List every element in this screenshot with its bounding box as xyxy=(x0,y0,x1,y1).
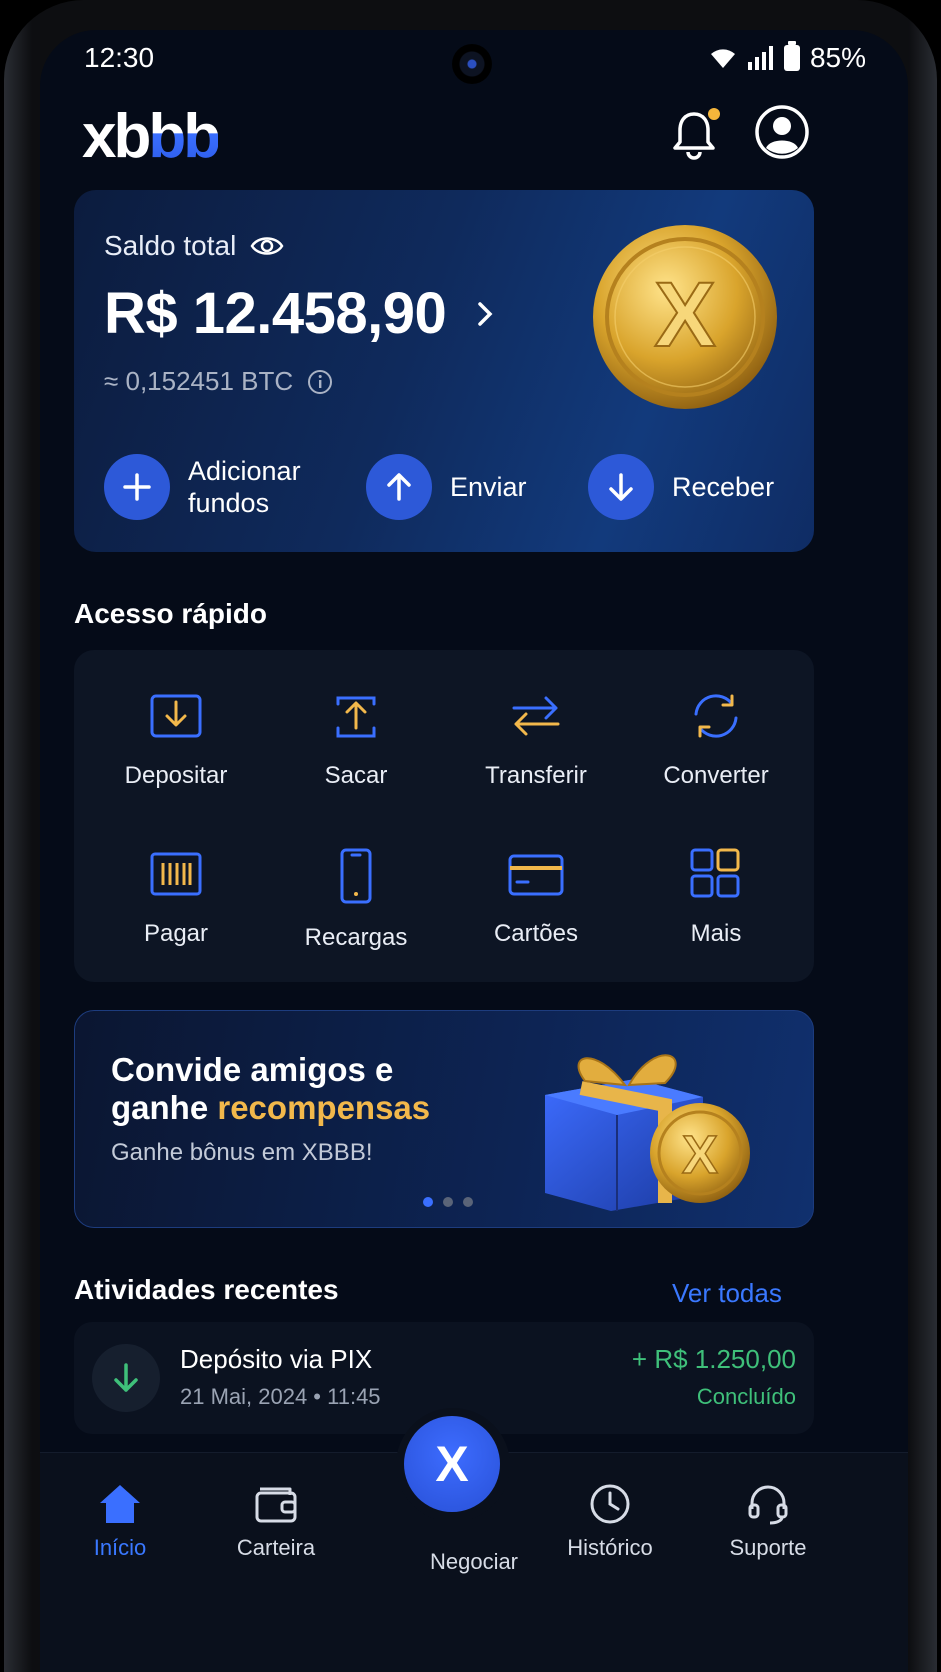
activity-title: Depósito via PIX xyxy=(180,1344,373,1374)
quick-withdraw[interactable]: Sacar xyxy=(266,690,446,790)
nav-wallet-label: Carteira xyxy=(236,1535,316,1560)
profile-avatar-icon[interactable] xyxy=(754,104,810,160)
gold-coin-icon: X xyxy=(593,225,777,409)
quick-access-grid: Depositar Sacar Transferir Converter Pag… xyxy=(74,650,814,982)
clock-icon xyxy=(590,1484,630,1524)
home-icon xyxy=(100,1485,140,1523)
quick-deposit-label: Depositar xyxy=(124,762,228,789)
activity-amount: + R$ 1.250,00 xyxy=(631,1344,796,1374)
receive-label: Receber xyxy=(672,472,775,502)
carousel-dot-1[interactable] xyxy=(423,1197,433,1207)
activity-date: 21 Mai, 2024 • 11:45 xyxy=(180,1384,381,1409)
quick-convert[interactable]: Converter xyxy=(626,690,806,790)
deposit-arrow-down-icon xyxy=(92,1344,160,1412)
promo-title-highlight: recompensas xyxy=(217,1089,431,1126)
notification-dot xyxy=(708,108,720,120)
battery-percent: 85% xyxy=(809,42,866,73)
convert-icon xyxy=(694,694,738,738)
grid-icon xyxy=(690,848,740,898)
headset-icon xyxy=(748,1485,788,1525)
svg-text:X: X xyxy=(682,1125,718,1185)
nav-trade[interactable]: Negociar xyxy=(404,1539,544,1575)
arrow-down-icon xyxy=(588,454,654,520)
app-logo: xbbb xyxy=(82,102,221,172)
promo-title: Convide amigos e ganhe recompensas xyxy=(111,1051,430,1127)
balance-label-row: Saldo total xyxy=(104,230,284,262)
promo-title-line1: Convide amigos e xyxy=(111,1051,394,1088)
quick-pay[interactable]: Pagar xyxy=(86,848,266,948)
logo-part-2: bb xyxy=(148,102,221,171)
quick-cards[interactable]: Cartões xyxy=(446,848,626,948)
balance-chevron-right-icon[interactable] xyxy=(470,296,500,332)
balance-card: Saldo total R$ 12.458,90 ≈ 0,152451 BTC xyxy=(74,190,814,552)
balance-label: Saldo total xyxy=(104,230,237,261)
svg-text:X: X xyxy=(654,264,715,366)
balance-btc: ≈ 0,152451 BTC xyxy=(104,366,294,396)
nav-home[interactable]: Início xyxy=(50,1483,190,1561)
info-icon[interactable] xyxy=(307,369,333,395)
recent-activities-title: Atividades recentes xyxy=(74,1274,339,1305)
front-camera xyxy=(452,44,492,84)
quick-transfer[interactable]: Transferir xyxy=(446,690,626,790)
gift-box-icon: X xyxy=(545,1054,750,1211)
quick-more-label: Mais xyxy=(690,920,742,947)
phone-frame: 12:30 85% xbbb Saldo total R$ 12.458,90 … xyxy=(4,0,937,1672)
send-label: Enviar xyxy=(450,472,527,502)
quick-cards-label: Cartões xyxy=(493,920,579,947)
add-funds-label-line1: Adicionar xyxy=(188,456,301,486)
logo-part-1: xb xyxy=(82,102,151,171)
quick-withdraw-label: Sacar xyxy=(324,762,388,789)
trade-fab-button[interactable]: X xyxy=(404,1416,500,1512)
add-funds-button[interactable]: Adicionar fundos xyxy=(104,454,301,520)
withdraw-icon xyxy=(336,696,376,738)
arrow-up-icon xyxy=(366,454,432,520)
transfer-icon xyxy=(512,696,560,736)
signal-icon xyxy=(747,46,773,70)
carousel-dots xyxy=(423,1197,473,1207)
carousel-dot-2[interactable] xyxy=(443,1197,453,1207)
quick-recharge[interactable]: Recargas xyxy=(266,848,446,952)
quick-transfer-label: Transferir xyxy=(485,762,587,789)
nav-support[interactable]: Suporte xyxy=(698,1483,838,1561)
eye-icon[interactable] xyxy=(250,235,284,257)
quick-recharge-label: Recargas xyxy=(304,924,408,951)
balance-value: R$ 12.458,90 xyxy=(104,281,447,346)
send-button[interactable]: Enviar xyxy=(366,454,527,520)
add-funds-label: Adicionar fundos xyxy=(188,455,301,519)
activity-status: Concluído xyxy=(696,1384,796,1409)
nav-history[interactable]: Histórico xyxy=(540,1483,680,1561)
status-time: 12:30 xyxy=(84,42,155,73)
nav-history-label: Histórico xyxy=(567,1535,653,1560)
nav-home-label: Início xyxy=(93,1535,147,1560)
promo-subtitle: Ganhe bônus em XBBB! xyxy=(111,1139,373,1166)
x-logo-icon: X xyxy=(435,1436,469,1492)
quick-more[interactable]: Mais xyxy=(626,848,806,948)
see-all-link[interactable]: Ver todas xyxy=(672,1278,782,1309)
deposit-icon xyxy=(150,694,202,738)
receive-button[interactable]: Receber xyxy=(588,454,774,520)
promo-title-prefix: ganhe xyxy=(111,1089,218,1126)
carousel-dot-3[interactable] xyxy=(463,1197,473,1207)
balance-btc-row: ≈ 0,152451 BTC xyxy=(104,366,333,397)
battery-icon xyxy=(783,41,800,71)
quick-pay-label: Pagar xyxy=(143,920,209,947)
nav-wallet[interactable]: Carteira xyxy=(206,1483,346,1561)
status-bar: 12:30 85% xyxy=(40,30,908,94)
nav-support-label: Suporte xyxy=(729,1535,807,1560)
app-screen: 12:30 85% xbbb Saldo total R$ 12.458,90 … xyxy=(40,30,908,1672)
card-icon xyxy=(508,854,564,896)
nav-trade-label: Negociar xyxy=(429,1549,519,1574)
barcode-icon xyxy=(150,852,202,896)
wifi-icon xyxy=(710,49,735,68)
promo-title-line2: ganhe recompensas xyxy=(111,1089,430,1127)
quick-access-title: Acesso rápido xyxy=(74,598,267,629)
add-funds-label-line2: fundos xyxy=(188,488,270,518)
referral-promo-banner[interactable]: Convide amigos e ganhe recompensas Ganhe… xyxy=(74,1010,814,1228)
phone-icon xyxy=(340,848,372,904)
quick-convert-label: Converter xyxy=(663,762,769,789)
status-icons: 85% xyxy=(708,41,866,74)
wallet-icon xyxy=(255,1487,297,1523)
plus-icon xyxy=(104,454,170,520)
quick-deposit[interactable]: Depositar xyxy=(86,690,266,790)
